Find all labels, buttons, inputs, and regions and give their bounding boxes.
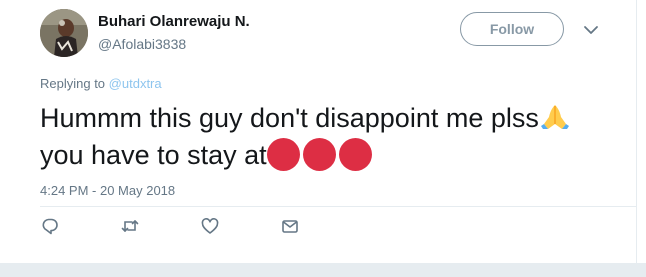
retweet-icon[interactable] <box>120 216 140 236</box>
tweet-text-line-2-content: you have to stay at <box>40 140 267 170</box>
replying-mention-link[interactable]: @utdxtra <box>109 76 162 91</box>
tweet-timestamp[interactable]: 4:24 PM - 20 May 2018 <box>40 183 175 198</box>
author-name[interactable]: Buhari Olanrewaju N. <box>98 13 250 30</box>
timeline-background <box>0 263 646 277</box>
avatar[interactable] <box>40 9 88 57</box>
chevron-down-icon[interactable] <box>583 24 599 36</box>
tweet-text: Hummm this guy don't disappoint me plss … <box>40 100 620 174</box>
tweet-text-line-1: Hummm this guy don't disappoint me plss <box>40 100 620 137</box>
tweet-card: Buhari Olanrewaju N. @Afolabi3838 Follow… <box>0 0 636 263</box>
reply-icon[interactable] <box>40 216 60 236</box>
like-icon[interactable] <box>200 216 220 236</box>
avatar-image <box>40 9 88 57</box>
red-circle-icon <box>338 138 372 171</box>
replying-label: Replying to <box>40 76 106 91</box>
follow-button[interactable]: Follow <box>460 12 564 46</box>
author-handle[interactable]: @Afolabi3838 <box>98 36 186 52</box>
red-circle-icon <box>266 138 300 171</box>
direct-message-icon[interactable] <box>280 216 300 236</box>
replying-to: Replying to @utdxtra <box>40 76 162 91</box>
tweet-text-line-1-content: Hummm this guy don't disappoint me plss <box>40 103 539 133</box>
red-circle-icon <box>302 138 336 171</box>
tweet-text-line-2: you have to stay at <box>40 137 620 174</box>
folded-hands-icon <box>540 105 569 129</box>
divider <box>40 206 636 207</box>
column-divider <box>636 0 637 263</box>
